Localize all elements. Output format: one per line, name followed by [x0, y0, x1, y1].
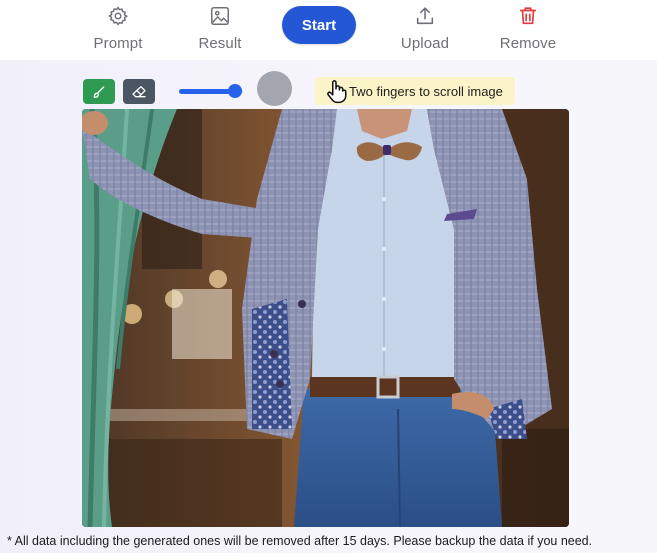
slider-fill: [179, 89, 236, 94]
data-retention-note: * All data including the generated ones …: [7, 534, 593, 548]
result-button[interactable]: Result: [175, 4, 265, 56]
upload-icon: [416, 7, 434, 25]
photo-canvas: [82, 109, 569, 527]
trash-icon: [519, 7, 537, 25]
start-button[interactable]: Start: [282, 6, 356, 44]
remove-button[interactable]: Remove: [483, 4, 573, 56]
brush-icon: [93, 85, 105, 98]
brush-size-slider[interactable]: [179, 84, 243, 98]
gear-icon: [108, 6, 128, 26]
scroll-hint-tooltip: Two fingers to scroll image: [315, 77, 515, 105]
eraser-icon: [132, 85, 146, 97]
hand-pointer-icon: [327, 80, 347, 104]
brush-button[interactable]: [83, 79, 115, 104]
upload-label: Upload: [400, 35, 450, 52]
eraser-button[interactable]: [123, 79, 155, 104]
prompt-label: Prompt: [93, 35, 143, 52]
prompt-button[interactable]: Prompt: [73, 4, 163, 56]
tooltip-text: Two fingers to scroll image: [349, 83, 503, 99]
upload-button[interactable]: Upload: [380, 4, 470, 56]
slider-thumb[interactable]: [228, 84, 243, 98]
image-icon: [211, 7, 229, 25]
top-toolbar: Prompt Result Start Upload Remove: [0, 0, 657, 60]
edited-photo[interactable]: [82, 109, 569, 527]
remove-label: Remove: [499, 35, 557, 52]
brush-size-preview: [257, 71, 292, 106]
result-label: Result: [198, 35, 242, 52]
